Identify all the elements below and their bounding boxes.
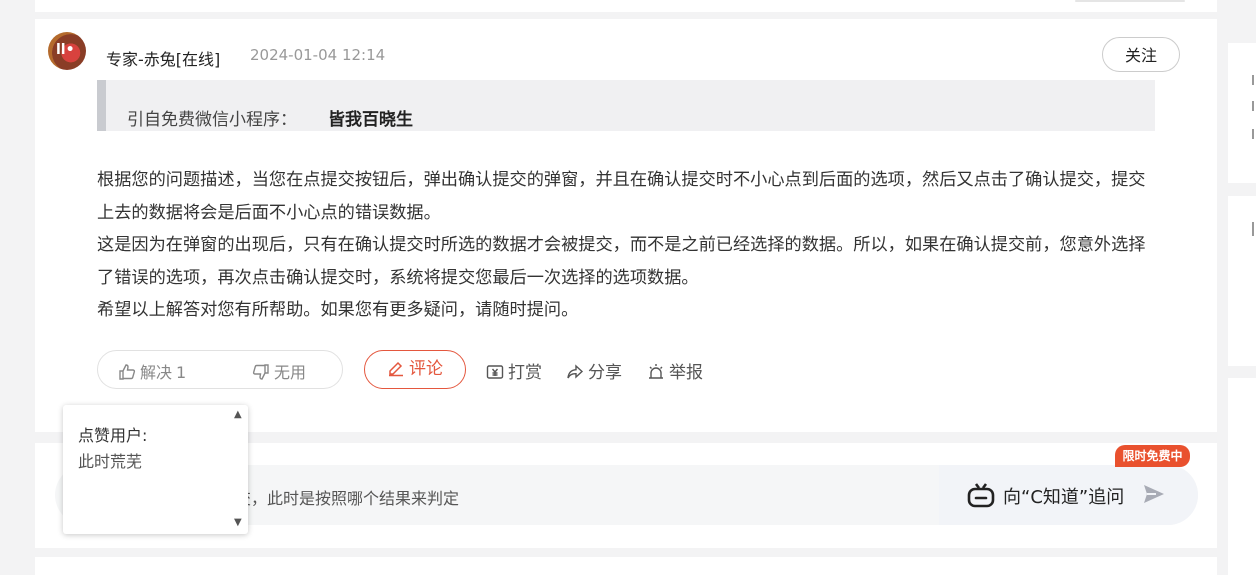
- sidebar-mark: [1252, 129, 1254, 139]
- share-icon: [567, 364, 584, 379]
- share-label: 分享: [588, 363, 622, 383]
- answer-timestamp: 2024-01-04 12:14: [250, 46, 386, 64]
- comment-button[interactable]: 评论: [364, 350, 466, 389]
- ask-cknow-label: 向“C知道”追问: [1003, 487, 1125, 508]
- dislike-button[interactable]: 无用: [252, 359, 306, 383]
- follow-button[interactable]: 关注: [1102, 37, 1180, 72]
- like-label: 解决: [140, 363, 173, 382]
- sidebar-mark: [1252, 222, 1254, 236]
- answer-body: 根据您的问题描述，当您在点提交按钮后，弹出确认提交的弹窗，并且在确认提交时不小心…: [97, 164, 1157, 327]
- likes-popup: 点赞用户: 此时荒芜 ▲ ▼: [63, 405, 248, 534]
- dislike-label: 无用: [274, 363, 307, 382]
- pencil-icon: [389, 361, 403, 377]
- quote-prefix: 引自免费微信小程序：: [127, 110, 297, 130]
- reward-icon: [486, 365, 504, 379]
- author-name[interactable]: 专家-赤兔[在线]: [106, 46, 220, 70]
- report-button[interactable]: 举报: [647, 358, 703, 383]
- thumbs-up-icon: [119, 364, 136, 380]
- scroll-up-icon[interactable]: ▲: [234, 409, 242, 420]
- right-sidebar-panel: [1228, 196, 1256, 366]
- like-count: 1: [176, 363, 187, 382]
- answer-paragraph: 根据您的问题描述，当您在点提交按钮后，弹出确认提交的弹窗，并且在确认提交时不小心…: [97, 170, 1146, 223]
- next-card-edge: [35, 557, 1217, 575]
- avatar-image: ll•: [56, 42, 75, 58]
- report-label: 举报: [669, 363, 703, 383]
- share-button[interactable]: 分享: [566, 358, 622, 383]
- reward-button[interactable]: 打赏: [486, 358, 542, 383]
- robot-icon: [967, 483, 995, 508]
- sidebar-mark: [1252, 75, 1254, 85]
- right-sidebar-panel: [1228, 378, 1256, 575]
- send-icon: [1144, 485, 1164, 503]
- vote-group: 解决 1 无用: [97, 350, 343, 389]
- answer-paragraph: 希望以上解答对您有所帮助。如果您有更多疑问，请随时提问。: [97, 300, 579, 320]
- follow-up-question-text: 交，此时是按照哪个结果来判定: [235, 489, 460, 508]
- avatar[interactable]: ll•: [48, 32, 86, 70]
- comment-label: 评论: [409, 359, 443, 379]
- sidebar-mark: [1252, 101, 1254, 111]
- liker-name[interactable]: 此时荒芜: [78, 448, 142, 472]
- ask-cknow-button[interactable]: 向“C知道”追问: [939, 465, 1198, 525]
- quote-block: 引自免费微信小程序： 皆我百晓生: [97, 80, 1155, 131]
- reward-label: 打赏: [508, 363, 542, 383]
- answer-paragraph: 这是因为在弹窗的出现后，只有在确认提交时所选的数据才会被提交，而不是之前已经选择…: [97, 235, 1146, 288]
- alarm-icon: [649, 364, 663, 379]
- thumbs-down-icon: [252, 364, 269, 380]
- quote-source-link[interactable]: 皆我百晓生: [328, 105, 413, 130]
- answer-card: ll• 专家-赤兔[在线] 2024-01-04 12:14 关注 引自免费微信…: [35, 19, 1217, 432]
- like-button[interactable]: 解决 1: [118, 359, 186, 383]
- previous-card-divider: [1075, 0, 1185, 2]
- previous-card-edge: [35, 0, 1217, 12]
- scroll-down-icon[interactable]: ▼: [234, 517, 242, 528]
- likes-popup-title: 点赞用户:: [78, 426, 148, 445]
- right-sidebar-panel: [1228, 43, 1256, 183]
- free-tag-badge: 限时免费中: [1115, 445, 1190, 467]
